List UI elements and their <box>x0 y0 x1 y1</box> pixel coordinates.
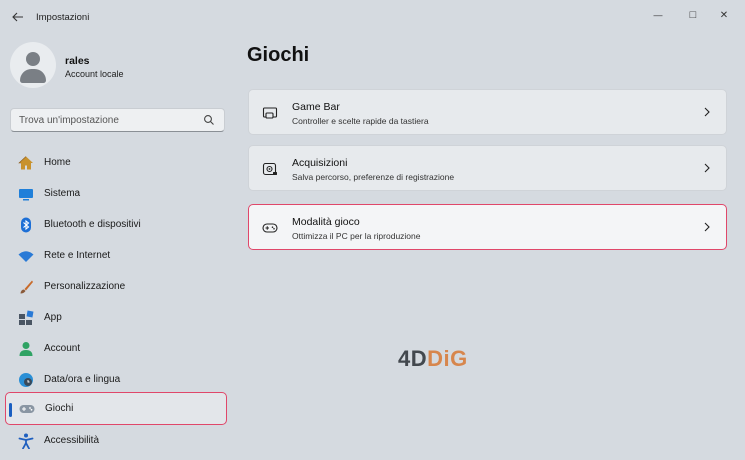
sidebar-item-label: Accessibilità <box>44 435 100 446</box>
minimize-button[interactable]: — <box>640 4 676 26</box>
selection-indicator <box>9 403 12 417</box>
capture-icon <box>262 162 277 176</box>
card-title: Modalità gioco <box>292 216 360 228</box>
sidebar-item-gaming[interactable]: Giochi <box>5 392 227 425</box>
person-icon <box>19 342 33 356</box>
sidebar-item-network[interactable]: Rete e Internet <box>5 241 227 271</box>
sidebar-item-bluetooth[interactable]: Bluetooth e dispositivi <box>5 210 227 240</box>
accessibility-icon <box>18 433 34 449</box>
sidebar-item-time-language[interactable]: Data/ora e lingua <box>5 365 227 395</box>
chevron-right-icon <box>704 107 710 117</box>
account-type: Account locale <box>65 69 124 79</box>
minimize-icon: — <box>653 10 663 20</box>
chevron-right-icon <box>704 163 710 173</box>
sidebar-item-system[interactable]: Sistema <box>5 179 227 209</box>
gamepad-icon <box>19 405 35 413</box>
brush-icon <box>20 280 33 294</box>
bluetooth-icon <box>21 217 31 233</box>
sidebar-item-label: Personalizzazione <box>44 281 126 292</box>
apps-icon <box>19 310 34 325</box>
wifi-icon <box>18 251 34 262</box>
chevron-right-icon <box>704 222 710 232</box>
page-title: Giochi <box>247 44 310 66</box>
globe-clock-icon <box>19 373 33 387</box>
user-card[interactable]: rales Account locale <box>10 42 230 92</box>
sidebar-item-account[interactable]: Account <box>5 334 227 364</box>
avatar <box>10 42 56 88</box>
card-subtitle: Salva percorso, preferenze di registrazi… <box>292 172 455 182</box>
sidebar-item-label: Account <box>44 343 81 354</box>
sidebar-item-home[interactable]: Home <box>5 148 227 178</box>
back-button[interactable] <box>6 6 30 28</box>
game-mode-icon <box>262 223 278 233</box>
card-subtitle: Controller e scelte rapide da tastiera <box>292 116 429 126</box>
home-icon <box>18 156 33 170</box>
search-input[interactable] <box>19 112 199 128</box>
watermark-logo: 4DDiG <box>398 346 468 371</box>
sidebar-item-label: Bluetooth e dispositivi <box>44 219 141 230</box>
sidebar-item-label: App <box>44 312 62 323</box>
card-title: Game Bar <box>292 101 340 113</box>
app-title: Impostazioni <box>36 12 90 23</box>
sidebar-item-apps[interactable]: App <box>5 303 227 333</box>
close-icon: ✕ <box>719 9 729 21</box>
title-bar: Impostazioni — □ ✕ <box>0 0 745 34</box>
sidebar-item-accessibility[interactable]: Accessibilità <box>5 426 227 456</box>
search-icon <box>204 115 214 125</box>
search-box[interactable] <box>10 108 225 132</box>
back-arrow-icon <box>12 12 23 22</box>
sidebar-item-label: Home <box>44 157 71 168</box>
card-title: Acquisizioni <box>292 157 348 169</box>
card-game-bar[interactable]: Game Bar Controller e scelte rapide da t… <box>248 89 727 135</box>
sidebar-item-personalization[interactable]: Personalizzazione <box>5 272 227 302</box>
sidebar-item-label: Sistema <box>44 188 81 199</box>
close-button[interactable]: ✕ <box>706 4 742 26</box>
monitor-icon <box>19 189 33 201</box>
card-game-mode[interactable]: Modalità gioco Ottimizza il PC per la ri… <box>248 204 727 250</box>
game-bar-icon <box>262 107 278 119</box>
sidebar-item-label: Data/ora e lingua <box>44 374 121 385</box>
card-captures[interactable]: Acquisizioni Salva percorso, preferenze … <box>248 145 727 191</box>
card-subtitle: Ottimizza il PC per la riproduzione <box>292 231 421 241</box>
sidebar-item-label: Giochi <box>45 403 74 414</box>
sidebar-item-label: Rete e Internet <box>44 250 111 261</box>
user-name: rales <box>65 55 90 67</box>
maximize-icon: □ <box>689 9 697 21</box>
